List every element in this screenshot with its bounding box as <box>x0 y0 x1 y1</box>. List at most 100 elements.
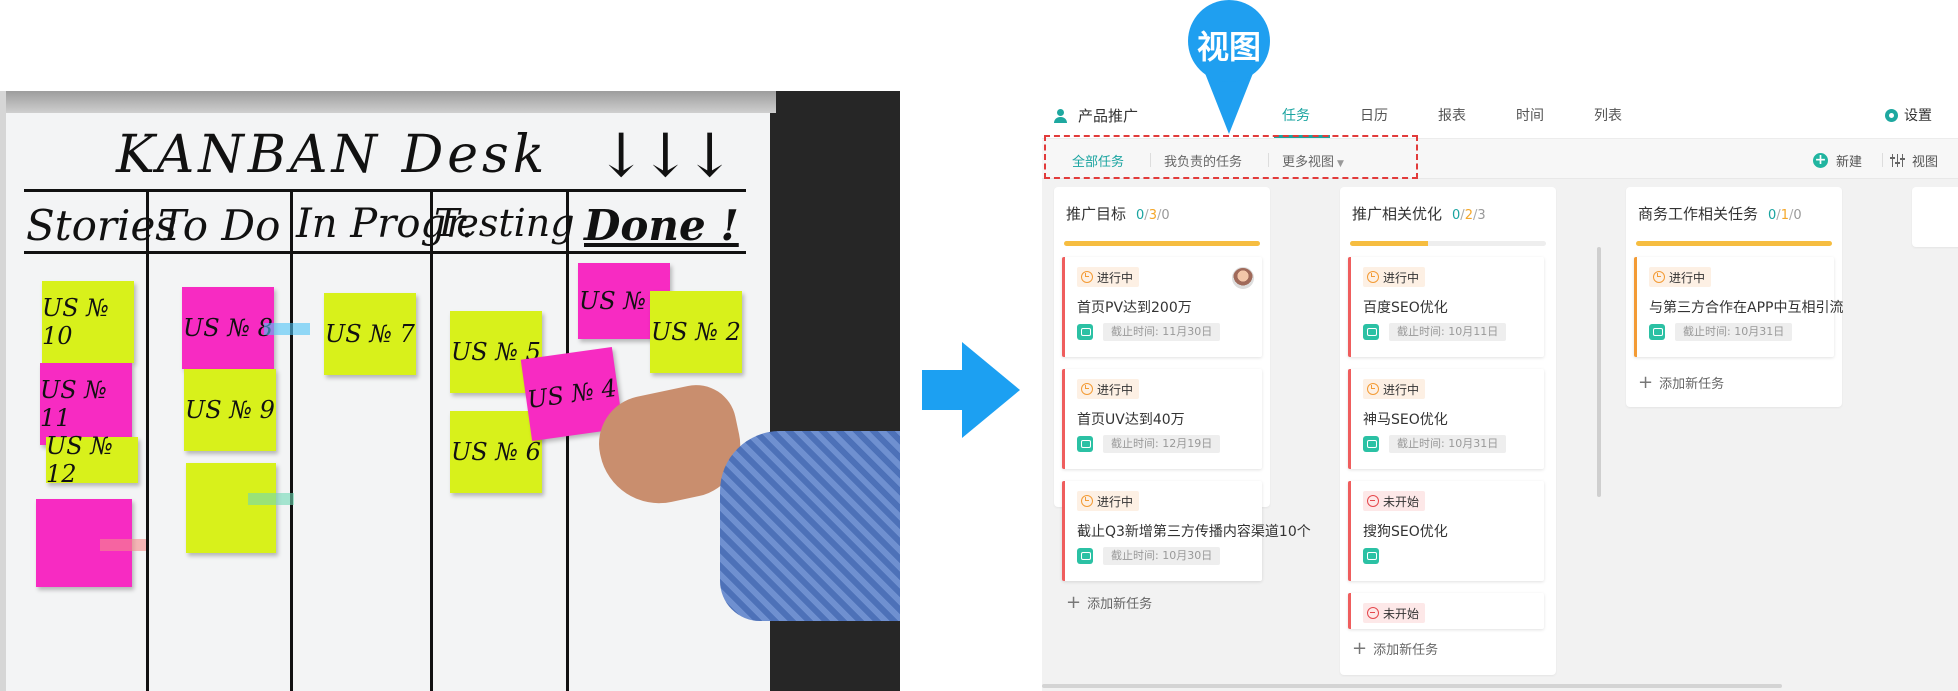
task-card[interactable]: 未开始 搜狗SEO优化 <box>1348 481 1544 581</box>
task-title: 与第三方合作在APP中互相引流 <box>1649 300 1844 316</box>
avatar[interactable] <box>1232 267 1254 289</box>
board-line <box>146 189 149 691</box>
new-task-button[interactable]: + 新建 <box>1812 151 1862 170</box>
settings-button[interactable]: 设置 <box>1885 105 1932 125</box>
count-other: 0 <box>1161 208 1170 223</box>
tape-strip <box>100 539 146 551</box>
status-label: 进行中 <box>1383 382 1420 397</box>
column-header: 推广相关优化 0/2/3 <box>1352 203 1486 224</box>
status-badge: 未开始 <box>1363 491 1426 511</box>
chat-icon <box>1649 324 1665 340</box>
top-bar: 产品推广 任务 日历 报表 时间 列表 设置 <box>1042 91 1958 139</box>
sticky-note: US № 9 <box>184 369 276 451</box>
clock-icon <box>1081 271 1093 283</box>
add-task-button[interactable]: + 添加新任务 <box>1066 593 1153 613</box>
tape-strip <box>264 323 310 335</box>
column-progress-fill <box>1350 241 1429 246</box>
chat-icon <box>1077 548 1093 564</box>
kanban-photo: KANBAN Desk ↓↓↓ Stories To Do In Progr. … <box>0 91 900 691</box>
board-title: KANBAN Desk <box>116 125 549 185</box>
clock-icon <box>1653 271 1665 283</box>
status-badge: 进行中 <box>1077 379 1140 399</box>
shirt-sleeve <box>720 431 900 621</box>
user-icon <box>1054 108 1068 123</box>
task-title: 百度SEO优化 <box>1363 300 1448 316</box>
arrow-right-icon-head <box>962 342 1020 438</box>
column-progress-fill <box>1636 241 1832 246</box>
task-column-partial <box>1912 187 1958 247</box>
tab-tasks[interactable]: 任务 <box>1282 105 1310 125</box>
column-header: 推广目标 0/3/0 <box>1066 203 1170 224</box>
task-card[interactable]: 进行中 与第三方合作在APP中互相引流 截止时间: 10月31日 <box>1634 257 1843 357</box>
board-line <box>430 189 433 691</box>
divider <box>1882 153 1883 167</box>
column-title: 推广相关优化 <box>1352 205 1443 223</box>
task-card[interactable]: 进行中 首页UV达到40万 截止时间: 12月19日 <box>1062 369 1262 469</box>
chat-icon <box>1363 324 1379 340</box>
deadline-badge: 截止时间: 10月30日 <box>1103 547 1221 565</box>
count-in-progress: 3 <box>1148 208 1157 223</box>
status-label: 进行中 <box>1097 494 1134 509</box>
add-task-label: 添加新任务 <box>1659 377 1725 392</box>
tab-time[interactable]: 时间 <box>1516 105 1544 125</box>
clock-icon <box>1367 383 1379 395</box>
status-badge: 进行中 <box>1649 267 1712 287</box>
count-in-progress: 2 <box>1464 208 1473 223</box>
tab-calendar[interactable]: 日历 <box>1360 105 1388 125</box>
status-badge: 进行中 <box>1077 267 1140 287</box>
task-title: 首页PV达到200万 <box>1077 300 1192 316</box>
task-title: 首页UV达到40万 <box>1077 412 1185 428</box>
column-header: 商务工作相关任务 0/1/0 <box>1638 203 1802 224</box>
sliders-icon <box>1889 154 1904 167</box>
map-pin-icon: 视图 <box>1188 0 1270 136</box>
deadline-badge: 截止时间: 10月31日 <box>1675 323 1793 341</box>
deadline-badge: 截止时间: 10月31日 <box>1389 435 1507 453</box>
chat-icon <box>1363 548 1379 564</box>
chat-icon <box>1363 436 1379 452</box>
task-title: 截止Q3新增第三方传播内容渠道10个 <box>1077 524 1311 540</box>
board-column-done: Done ! <box>584 201 739 250</box>
add-task-label: 添加新任务 <box>1087 597 1153 612</box>
board-arrows: ↓↓↓ <box>596 121 735 191</box>
status-label: 未开始 <box>1383 494 1420 509</box>
stop-icon <box>1367 495 1379 507</box>
column-scrollbar[interactable] <box>1597 247 1601 497</box>
add-task-button[interactable]: + 添加新任务 <box>1638 373 1725 393</box>
project-name: 产品推广 <box>1078 107 1139 125</box>
new-label: 新建 <box>1835 155 1862 170</box>
add-task-button[interactable]: + 添加新任务 <box>1352 638 1439 659</box>
sticky-note: US № 6 <box>450 411 542 493</box>
task-card[interactable]: 进行中 截止Q3新增第三方传播内容渠道10个 截止时间: 10月30日 <box>1062 481 1311 581</box>
board-column-todo: To Do <box>158 201 281 250</box>
task-card[interactable]: 进行中 百度SEO优化 截止时间: 10月11日 <box>1348 257 1544 357</box>
status-label: 进行中 <box>1383 270 1420 285</box>
task-column: 商务工作相关任务 0/1/0 进行中 与第三方合作在APP中互相引流 截止时间:… <box>1626 187 1843 407</box>
project-switcher[interactable]: 产品推广 <box>1054 105 1138 126</box>
stop-icon <box>1367 607 1379 619</box>
task-title: 搜狗SEO优化 <box>1363 524 1448 540</box>
task-card[interactable]: 进行中 神马SEO优化 截止时间: 10月31日 <box>1348 369 1544 469</box>
sticky-note: US № 12 <box>46 432 138 488</box>
task-title: 神马SEO优化 <box>1363 412 1448 428</box>
task-card[interactable]: 进行中 首页PV达到200万 截止时间: 11月30日 <box>1062 257 1262 357</box>
board-line <box>24 251 746 254</box>
deadline-badge: 截止时间: 11月30日 <box>1103 323 1221 341</box>
view-highlight-box <box>1044 135 1418 179</box>
view-settings-button[interactable]: 视图 <box>1889 151 1938 170</box>
tab-reports[interactable]: 报表 <box>1438 105 1466 125</box>
add-task-label: 添加新任务 <box>1373 643 1439 658</box>
status-label: 进行中 <box>1097 270 1134 285</box>
column-progress-fill <box>1064 241 1260 246</box>
status-label: 未开始 <box>1383 606 1420 621</box>
horizontal-scrollbar[interactable] <box>1042 684 1782 688</box>
tab-list[interactable]: 列表 <box>1594 105 1622 125</box>
column-progress-bar <box>1636 241 1832 246</box>
plus-icon: + <box>1352 638 1368 659</box>
task-card[interactable]: 未开始 <box>1348 593 1544 629</box>
task-column: 推广目标 0/3/0 进行中 首页PV达到200万 截止时间: 11月30日 进… <box>1054 187 1311 612</box>
board-line <box>24 189 746 192</box>
tape-strip <box>248 493 294 505</box>
callout-label: 视图 <box>1196 28 1261 66</box>
column-progress-bar <box>1064 241 1260 246</box>
deadline-badge: 截止时间: 12月19日 <box>1103 435 1221 453</box>
